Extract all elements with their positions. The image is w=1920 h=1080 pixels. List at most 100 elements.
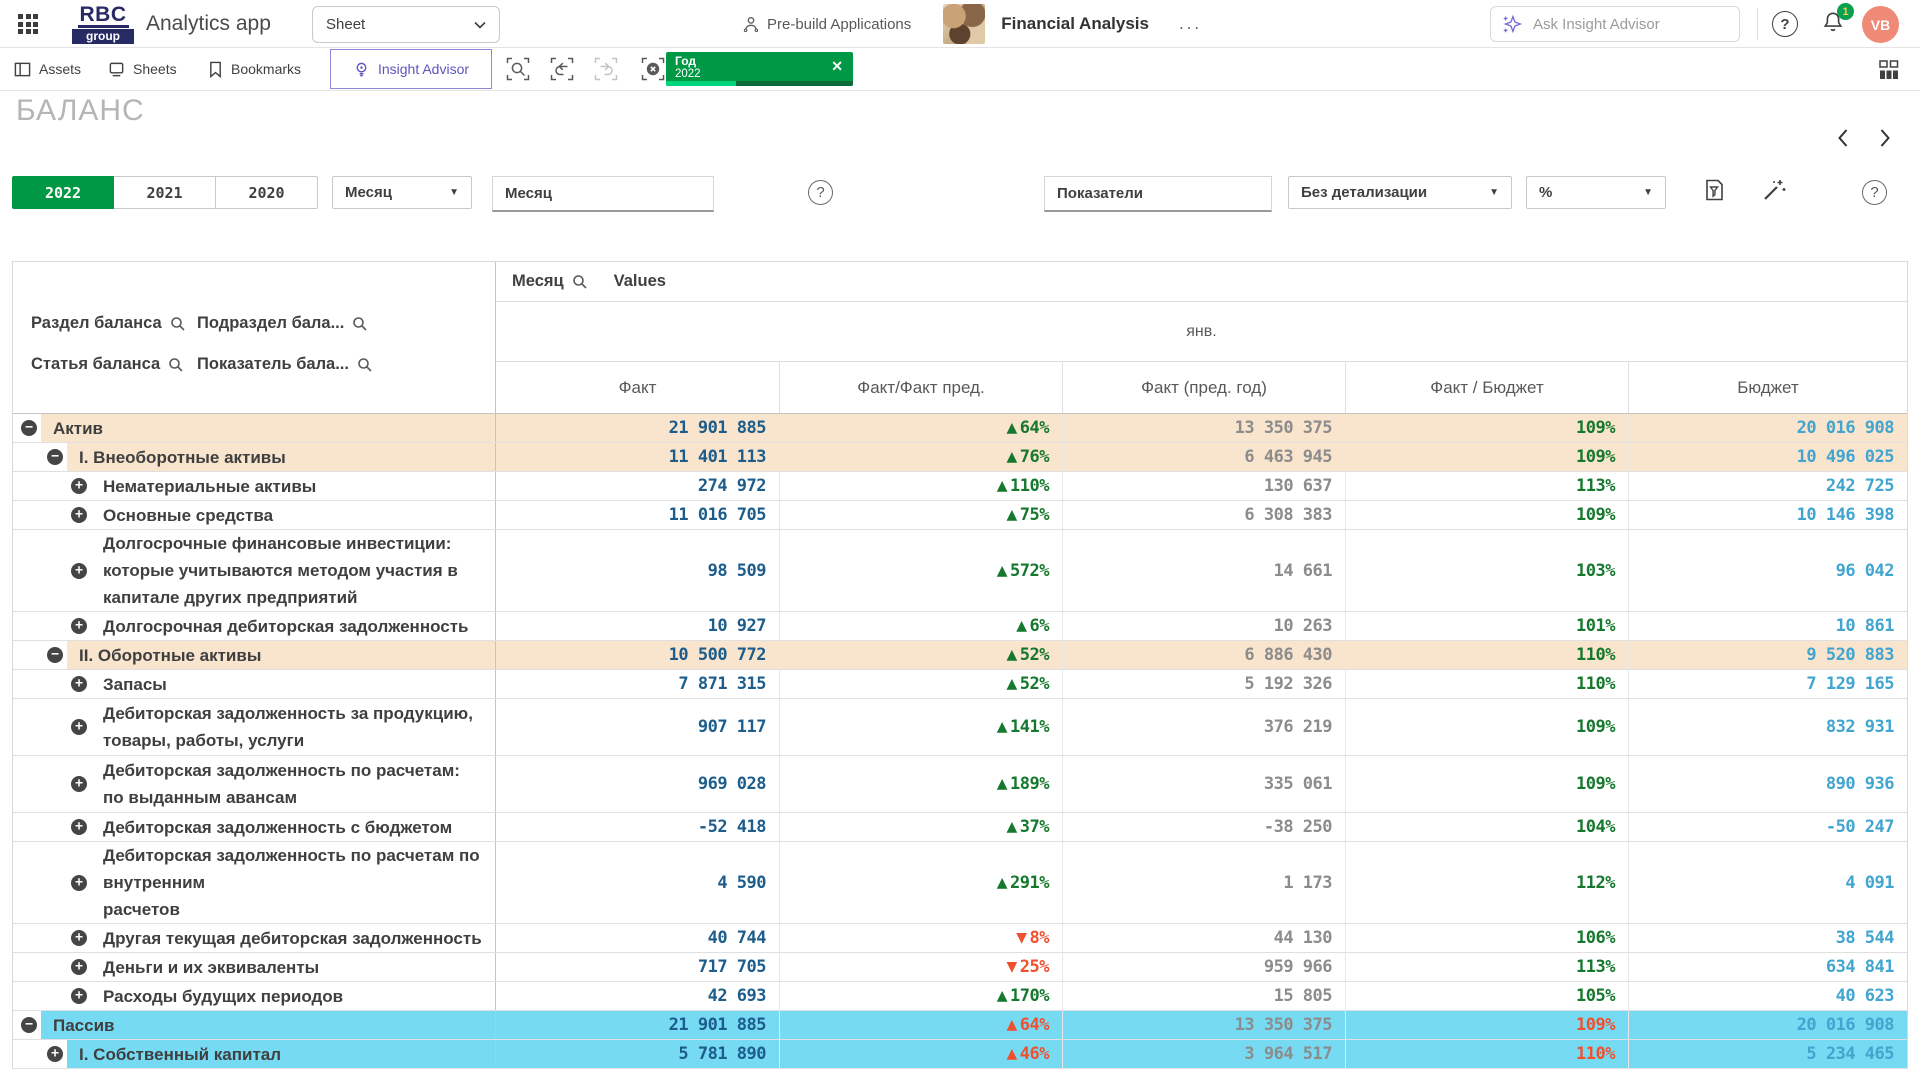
row-label-cell[interactable]: + Запасы xyxy=(13,670,496,698)
label-area[interactable]: Долгосрочные финансовые инвестиции: кото… xyxy=(91,530,495,611)
redo-selection-icon[interactable] xyxy=(593,56,619,82)
selection-chip-year[interactable]: Год 2022 ✕ xyxy=(666,52,853,86)
search-icon[interactable] xyxy=(168,357,184,373)
filter-document-icon[interactable] xyxy=(1700,176,1728,204)
row-label-cell[interactable]: + Основные средства xyxy=(13,501,496,529)
row-label-cell[interactable]: + Дебиторская задолженность по расчетам:… xyxy=(13,756,496,812)
label-area[interactable]: Дебиторская задолженность по расчетам: п… xyxy=(91,756,495,812)
row-label-cell[interactable]: + Нематериальные активы xyxy=(13,472,496,500)
label-area[interactable]: I. Собственный капитал xyxy=(67,1040,495,1068)
search-icon[interactable] xyxy=(357,357,373,373)
expand-toggle-icon[interactable]: + xyxy=(71,776,87,792)
measure-header-prev-year[interactable]: Факт (пред. год) xyxy=(1062,362,1345,413)
label-area[interactable]: Запасы xyxy=(91,670,495,698)
year-button-2022[interactable]: 2022 xyxy=(12,176,114,209)
more-menu-icon[interactable]: ... xyxy=(1179,14,1202,34)
drilldown-dropdown[interactable]: Без детализации ▼ xyxy=(1288,176,1512,209)
label-area[interactable]: Нематериальные активы xyxy=(91,472,495,500)
expand-toggle-icon[interactable]: + xyxy=(47,1046,63,1062)
expand-toggle-icon[interactable]: − xyxy=(47,647,63,663)
row-label-cell[interactable]: + Долгосрочная дебиторская задолженность xyxy=(13,612,496,640)
measures-listbox[interactable]: Показатели xyxy=(1044,176,1272,212)
row-label-cell[interactable]: + Дебиторская задолженность с бюджетом xyxy=(13,813,496,841)
expand-toggle-icon[interactable]: + xyxy=(71,819,87,835)
expand-toggle-icon[interactable]: + xyxy=(71,959,87,975)
expand-toggle-icon[interactable]: + xyxy=(71,618,87,634)
year-button-2021[interactable]: 2021 xyxy=(114,176,216,209)
label-area[interactable]: I. Внеоборотные активы xyxy=(67,443,495,471)
expand-toggle-icon[interactable]: + xyxy=(71,875,87,891)
measure-header-budget[interactable]: Бюджет xyxy=(1628,362,1907,413)
expand-toggle-icon[interactable]: − xyxy=(47,449,63,465)
row-label-cell[interactable]: + I. Собственный капитал xyxy=(13,1040,496,1068)
sheets-tab[interactable]: Sheets xyxy=(104,48,181,90)
row-label-cell[interactable]: + Дебиторская задолженность по расчетам … xyxy=(13,842,496,923)
row-label-cell[interactable]: − Актив xyxy=(13,414,496,442)
expand-toggle-icon[interactable]: + xyxy=(71,988,87,1004)
dim-statya[interactable]: Статья баланса xyxy=(31,355,184,374)
expand-toggle-icon[interactable]: − xyxy=(21,420,37,436)
label-area[interactable]: Основные средства xyxy=(91,501,495,529)
unit-dropdown[interactable]: % ▼ xyxy=(1526,176,1666,209)
label-area[interactable]: Пассив xyxy=(41,1011,495,1039)
month-dropdown[interactable]: Месяц ▼ xyxy=(332,176,472,209)
ask-insight-advisor-search[interactable] xyxy=(1490,6,1740,42)
sheet-selector-dropdown[interactable]: Sheet xyxy=(312,6,500,43)
measure-header-fact-vs-budget[interactable]: Факт / Бюджет xyxy=(1345,362,1628,413)
help-icon-filters[interactable]: ? xyxy=(808,180,833,205)
dim-razdel[interactable]: Раздел баланса xyxy=(31,314,186,333)
dim-pokazatel[interactable]: Показатель бала... xyxy=(197,355,373,374)
measure-header-fact-vs-prev[interactable]: Факт/Факт пред. xyxy=(779,362,1062,413)
help-icon[interactable]: ? xyxy=(1772,11,1798,37)
expand-toggle-icon[interactable]: + xyxy=(71,676,87,692)
row-label-cell[interactable]: − II. Оборотные активы xyxy=(13,641,496,669)
next-sheet-icon[interactable] xyxy=(1872,126,1896,150)
search-icon[interactable] xyxy=(572,274,588,290)
search-icon[interactable] xyxy=(352,316,368,332)
app-thumbnail[interactable] xyxy=(943,4,985,44)
label-area[interactable]: Деньги и их эквиваленты xyxy=(91,953,495,981)
row-label-cell[interactable]: + Деньги и их эквиваленты xyxy=(13,953,496,981)
expand-toggle-icon[interactable]: + xyxy=(71,478,87,494)
month-band[interactable]: янв. xyxy=(496,302,1907,362)
label-area[interactable]: Другая текущая дебиторская задолженность xyxy=(91,924,495,952)
sheet-overview-icon[interactable] xyxy=(1876,57,1902,83)
clear-selections-icon[interactable] xyxy=(640,56,666,82)
search-icon[interactable] xyxy=(170,316,186,332)
dim-podrazdel[interactable]: Подраздел бала... xyxy=(197,314,368,333)
expand-toggle-icon[interactable]: + xyxy=(71,563,87,579)
previous-sheet-icon[interactable] xyxy=(1832,126,1856,150)
row-label-cell[interactable]: + Другая текущая дебиторская задолженнос… xyxy=(13,924,496,952)
expand-toggle-icon[interactable]: + xyxy=(71,507,87,523)
label-area[interactable]: Расходы будущих периодов xyxy=(91,982,495,1010)
label-area[interactable]: II. Оборотные активы xyxy=(67,641,495,669)
label-area[interactable]: Долгосрочная дебиторская задолженность xyxy=(91,612,495,640)
insight-advisor-tab[interactable]: Insight Advisor xyxy=(330,49,492,89)
notifications-bell-icon[interactable]: 1 xyxy=(1820,9,1850,39)
row-label-cell[interactable]: + Дебиторская задолженность за продукцию… xyxy=(13,699,496,755)
prebuild-applications-link[interactable]: Pre-build Applications xyxy=(742,15,911,33)
smart-search-icon[interactable] xyxy=(505,56,531,82)
magic-wand-icon[interactable] xyxy=(1760,176,1788,204)
expand-toggle-icon[interactable]: + xyxy=(71,719,87,735)
chip-close-icon[interactable]: ✕ xyxy=(831,55,843,77)
label-area[interactable]: Дебиторская задолженность за продукцию, … xyxy=(91,699,495,755)
search-input[interactable] xyxy=(1533,16,1713,33)
bookmarks-tab[interactable]: Bookmarks xyxy=(204,48,305,90)
expand-toggle-icon[interactable]: + xyxy=(71,930,87,946)
row-label-cell[interactable]: − I. Внеоборотные активы xyxy=(13,443,496,471)
app-launcher-icon[interactable] xyxy=(18,14,40,34)
user-avatar[interactable]: VB xyxy=(1862,6,1899,43)
col-dim-month[interactable]: Месяц xyxy=(512,272,588,291)
help-icon-right[interactable]: ? xyxy=(1862,180,1887,205)
assets-tab[interactable]: Assets xyxy=(10,48,85,90)
row-label-cell[interactable]: + Расходы будущих периодов xyxy=(13,982,496,1010)
label-area[interactable]: Дебиторская задолженность по расчетам по… xyxy=(91,842,495,923)
measure-header-fact[interactable]: Факт xyxy=(496,362,779,413)
expand-toggle-icon[interactable]: − xyxy=(21,1017,37,1033)
label-area[interactable]: Дебиторская задолженность с бюджетом xyxy=(91,813,495,841)
year-button-2020[interactable]: 2020 xyxy=(216,176,318,209)
row-label-cell[interactable]: + Долгосрочные финансовые инвестиции: ко… xyxy=(13,530,496,611)
month-filter-listbox[interactable]: Месяц xyxy=(492,176,714,212)
label-area[interactable]: Актив xyxy=(41,414,495,442)
